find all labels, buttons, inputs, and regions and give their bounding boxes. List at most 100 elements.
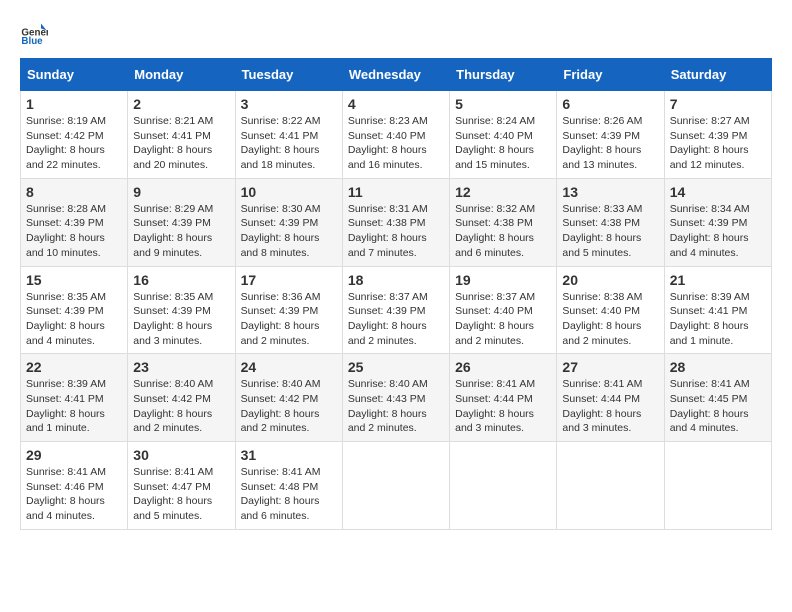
day-info: Sunrise: 8:40 AM Sunset: 4:42 PM Dayligh… [241,377,337,436]
day-number: 9 [133,184,229,200]
calendar-cell: 10 Sunrise: 8:30 AM Sunset: 4:39 PM Dayl… [235,178,342,266]
calendar-cell: 11 Sunrise: 8:31 AM Sunset: 4:38 PM Dayl… [342,178,449,266]
calendar-cell: 12 Sunrise: 8:32 AM Sunset: 4:38 PM Dayl… [450,178,557,266]
day-info: Sunrise: 8:41 AM Sunset: 4:48 PM Dayligh… [241,465,337,524]
day-info: Sunrise: 8:36 AM Sunset: 4:39 PM Dayligh… [241,290,337,349]
calendar-cell: 15 Sunrise: 8:35 AM Sunset: 4:39 PM Dayl… [21,266,128,354]
day-number: 23 [133,359,229,375]
day-info: Sunrise: 8:21 AM Sunset: 4:41 PM Dayligh… [133,114,229,173]
calendar-week-row: 15 Sunrise: 8:35 AM Sunset: 4:39 PM Dayl… [21,266,772,354]
day-number: 7 [670,96,766,112]
calendar-header-wednesday: Wednesday [342,59,449,91]
day-info: Sunrise: 8:28 AM Sunset: 4:39 PM Dayligh… [26,202,122,261]
day-info: Sunrise: 8:23 AM Sunset: 4:40 PM Dayligh… [348,114,444,173]
calendar-cell: 6 Sunrise: 8:26 AM Sunset: 4:39 PM Dayli… [557,91,664,179]
day-number: 1 [26,96,122,112]
calendar-cell: 14 Sunrise: 8:34 AM Sunset: 4:39 PM Dayl… [664,178,771,266]
day-info: Sunrise: 8:41 AM Sunset: 4:47 PM Dayligh… [133,465,229,524]
day-info: Sunrise: 8:26 AM Sunset: 4:39 PM Dayligh… [562,114,658,173]
day-number: 26 [455,359,551,375]
day-info: Sunrise: 8:35 AM Sunset: 4:39 PM Dayligh… [133,290,229,349]
day-info: Sunrise: 8:38 AM Sunset: 4:40 PM Dayligh… [562,290,658,349]
day-info: Sunrise: 8:40 AM Sunset: 4:42 PM Dayligh… [133,377,229,436]
calendar-cell: 19 Sunrise: 8:37 AM Sunset: 4:40 PM Dayl… [450,266,557,354]
day-number: 17 [241,272,337,288]
calendar-cell: 1 Sunrise: 8:19 AM Sunset: 4:42 PM Dayli… [21,91,128,179]
calendar-cell: 26 Sunrise: 8:41 AM Sunset: 4:44 PM Dayl… [450,354,557,442]
calendar-header-row: SundayMondayTuesdayWednesdayThursdayFrid… [21,59,772,91]
day-info: Sunrise: 8:30 AM Sunset: 4:39 PM Dayligh… [241,202,337,261]
calendar-cell: 27 Sunrise: 8:41 AM Sunset: 4:44 PM Dayl… [557,354,664,442]
day-info: Sunrise: 8:22 AM Sunset: 4:41 PM Dayligh… [241,114,337,173]
day-info: Sunrise: 8:19 AM Sunset: 4:42 PM Dayligh… [26,114,122,173]
day-info: Sunrise: 8:24 AM Sunset: 4:40 PM Dayligh… [455,114,551,173]
calendar-header-monday: Monday [128,59,235,91]
calendar-header-thursday: Thursday [450,59,557,91]
day-number: 30 [133,447,229,463]
day-number: 11 [348,184,444,200]
calendar-cell: 31 Sunrise: 8:41 AM Sunset: 4:48 PM Dayl… [235,442,342,530]
day-info: Sunrise: 8:32 AM Sunset: 4:38 PM Dayligh… [455,202,551,261]
day-info: Sunrise: 8:37 AM Sunset: 4:40 PM Dayligh… [455,290,551,349]
day-info: Sunrise: 8:29 AM Sunset: 4:39 PM Dayligh… [133,202,229,261]
calendar-cell: 5 Sunrise: 8:24 AM Sunset: 4:40 PM Dayli… [450,91,557,179]
day-number: 24 [241,359,337,375]
day-number: 18 [348,272,444,288]
calendar-header-friday: Friday [557,59,664,91]
calendar-cell: 3 Sunrise: 8:22 AM Sunset: 4:41 PM Dayli… [235,91,342,179]
day-info: Sunrise: 8:34 AM Sunset: 4:39 PM Dayligh… [670,202,766,261]
day-number: 27 [562,359,658,375]
calendar-cell: 28 Sunrise: 8:41 AM Sunset: 4:45 PM Dayl… [664,354,771,442]
day-info: Sunrise: 8:33 AM Sunset: 4:38 PM Dayligh… [562,202,658,261]
day-number: 28 [670,359,766,375]
calendar-cell [342,442,449,530]
calendar-body: 1 Sunrise: 8:19 AM Sunset: 4:42 PM Dayli… [21,91,772,530]
day-info: Sunrise: 8:41 AM Sunset: 4:44 PM Dayligh… [455,377,551,436]
calendar-cell: 4 Sunrise: 8:23 AM Sunset: 4:40 PM Dayli… [342,91,449,179]
day-number: 10 [241,184,337,200]
day-number: 19 [455,272,551,288]
calendar-week-row: 1 Sunrise: 8:19 AM Sunset: 4:42 PM Dayli… [21,91,772,179]
calendar-cell: 20 Sunrise: 8:38 AM Sunset: 4:40 PM Dayl… [557,266,664,354]
day-number: 4 [348,96,444,112]
day-number: 12 [455,184,551,200]
logo-icon: General Blue [20,20,48,48]
day-number: 29 [26,447,122,463]
calendar-header-tuesday: Tuesday [235,59,342,91]
calendar-cell: 13 Sunrise: 8:33 AM Sunset: 4:38 PM Dayl… [557,178,664,266]
calendar-cell: 23 Sunrise: 8:40 AM Sunset: 4:42 PM Dayl… [128,354,235,442]
day-number: 5 [455,96,551,112]
day-info: Sunrise: 8:37 AM Sunset: 4:39 PM Dayligh… [348,290,444,349]
day-info: Sunrise: 8:27 AM Sunset: 4:39 PM Dayligh… [670,114,766,173]
svg-text:Blue: Blue [21,36,43,47]
calendar-week-row: 22 Sunrise: 8:39 AM Sunset: 4:41 PM Dayl… [21,354,772,442]
calendar-cell: 30 Sunrise: 8:41 AM Sunset: 4:47 PM Dayl… [128,442,235,530]
day-info: Sunrise: 8:39 AM Sunset: 4:41 PM Dayligh… [670,290,766,349]
calendar-week-row: 29 Sunrise: 8:41 AM Sunset: 4:46 PM Dayl… [21,442,772,530]
day-number: 2 [133,96,229,112]
day-info: Sunrise: 8:31 AM Sunset: 4:38 PM Dayligh… [348,202,444,261]
day-info: Sunrise: 8:40 AM Sunset: 4:43 PM Dayligh… [348,377,444,436]
calendar-cell: 2 Sunrise: 8:21 AM Sunset: 4:41 PM Dayli… [128,91,235,179]
day-info: Sunrise: 8:35 AM Sunset: 4:39 PM Dayligh… [26,290,122,349]
calendar-cell [664,442,771,530]
calendar-cell: 7 Sunrise: 8:27 AM Sunset: 4:39 PM Dayli… [664,91,771,179]
day-number: 16 [133,272,229,288]
calendar-cell: 25 Sunrise: 8:40 AM Sunset: 4:43 PM Dayl… [342,354,449,442]
logo: General Blue [20,20,48,48]
calendar-cell [557,442,664,530]
day-number: 31 [241,447,337,463]
day-number: 21 [670,272,766,288]
day-number: 22 [26,359,122,375]
day-number: 25 [348,359,444,375]
day-number: 6 [562,96,658,112]
calendar-cell: 17 Sunrise: 8:36 AM Sunset: 4:39 PM Dayl… [235,266,342,354]
day-info: Sunrise: 8:39 AM Sunset: 4:41 PM Dayligh… [26,377,122,436]
calendar-cell: 16 Sunrise: 8:35 AM Sunset: 4:39 PM Dayl… [128,266,235,354]
calendar-header-sunday: Sunday [21,59,128,91]
calendar-table: SundayMondayTuesdayWednesdayThursdayFrid… [20,58,772,530]
day-number: 20 [562,272,658,288]
calendar-header-saturday: Saturday [664,59,771,91]
page-header: General Blue [20,20,772,48]
day-info: Sunrise: 8:41 AM Sunset: 4:45 PM Dayligh… [670,377,766,436]
